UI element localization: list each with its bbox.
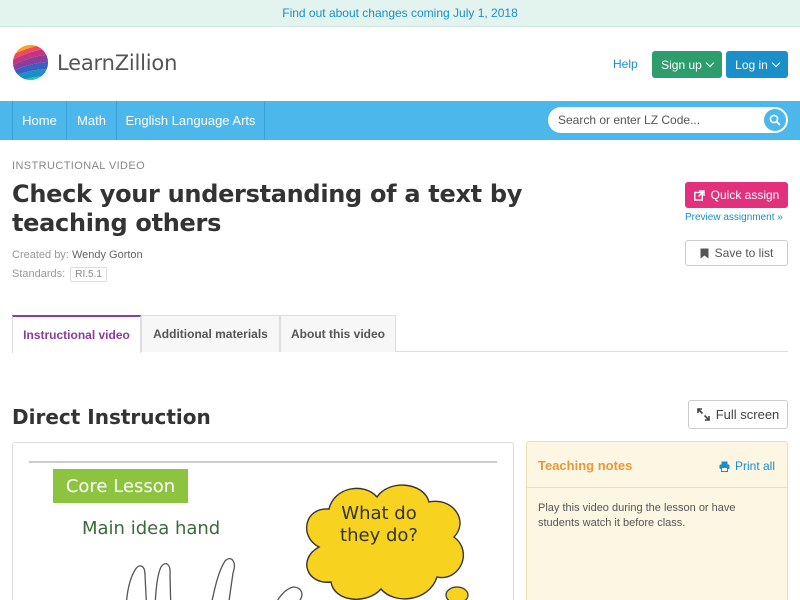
sign-up-label: Sign up [661,57,702,72]
tab-about-this-video[interactable]: About this video [280,315,396,352]
bubble-question: What do they do? [334,503,424,547]
bubble-line-2: they do? [340,525,418,546]
main-idea-text: Main idea hand [82,518,221,539]
section-title: Direct Instruction [12,405,211,429]
teaching-notes-body: Play this video during the lesson or hav… [538,502,736,529]
video-player[interactable]: Core Lesson Main idea hand What do they … [12,442,514,600]
standard-badge[interactable]: RI.5.1 [70,267,107,282]
nav-item-math[interactable]: Math [67,101,117,140]
standards-row: Standards: RI.5.1 [12,267,107,282]
search-input[interactable] [548,107,758,133]
content-tabs: Instructional video Additional materials… [12,315,788,353]
full-screen-label: Full screen [715,407,780,422]
created-by-row: Created by: Wendy Gorton [12,249,143,261]
teaching-notes-title: Teaching notes [538,458,633,473]
announcement-link[interactable]: Find out about changes coming July 1, 20… [282,6,518,20]
content-type-label: INSTRUCTIONAL VIDEO [12,160,146,172]
site-header: LearnZillion Help Sign up Log in [0,27,800,101]
save-to-list-label: Save to list [714,246,774,260]
page-title: Check your understanding of a text by te… [12,180,523,237]
logo-wordmark: LearnZillion [57,50,178,75]
nav-item-english-language-arts[interactable]: English Language Arts [117,101,265,140]
bubble-line-1: What do [341,503,417,524]
nav-item-home[interactable]: Home [12,101,67,140]
hand-drawing-icon [126,558,303,600]
log-in-label: Log in [735,57,768,72]
save-to-list-button[interactable]: Save to list [685,240,788,266]
chevron-down-icon [771,58,781,68]
bookmark-icon [700,248,709,258]
tab-instructional-video[interactable]: Instructional video [12,315,141,353]
full-screen-button[interactable]: Full screen [688,400,788,429]
announcement-banner: Find out about changes coming July 1, 20… [0,0,800,27]
core-lesson-label: Core Lesson [53,469,188,503]
logo-mark-icon [12,44,49,81]
teaching-notes-panel: Teaching notes Print all Play this video… [526,441,788,600]
logo[interactable]: LearnZillion [12,44,177,81]
print-icon [719,461,730,472]
log-in-button[interactable]: Log in [726,51,788,78]
preview-assignment-link[interactable]: Preview assignment » [685,212,783,223]
created-by-label: Created by: [12,249,69,261]
print-all-button[interactable]: Print all [719,459,775,473]
quick-assign-label: Quick assign [710,188,780,202]
video-frame[interactable]: Core Lesson Main idea hand What do they … [29,461,497,600]
share-icon [693,189,705,201]
standards-label: Standards: [12,268,66,280]
sign-up-button[interactable]: Sign up [652,51,722,78]
tab-additional-materials[interactable]: Additional materials [141,315,280,352]
search-icon [769,114,781,126]
quick-assign-button[interactable]: Quick assign [685,182,788,208]
chevron-down-icon [705,58,715,68]
author-link[interactable]: Wendy Gorton [72,249,143,261]
print-all-label: Print all [735,459,776,473]
search-box [548,107,788,133]
expand-icon [696,408,710,421]
help-link[interactable]: Help [613,57,638,71]
search-button[interactable] [764,109,786,131]
teaching-notes-header: Teaching notes Print all [527,442,787,488]
